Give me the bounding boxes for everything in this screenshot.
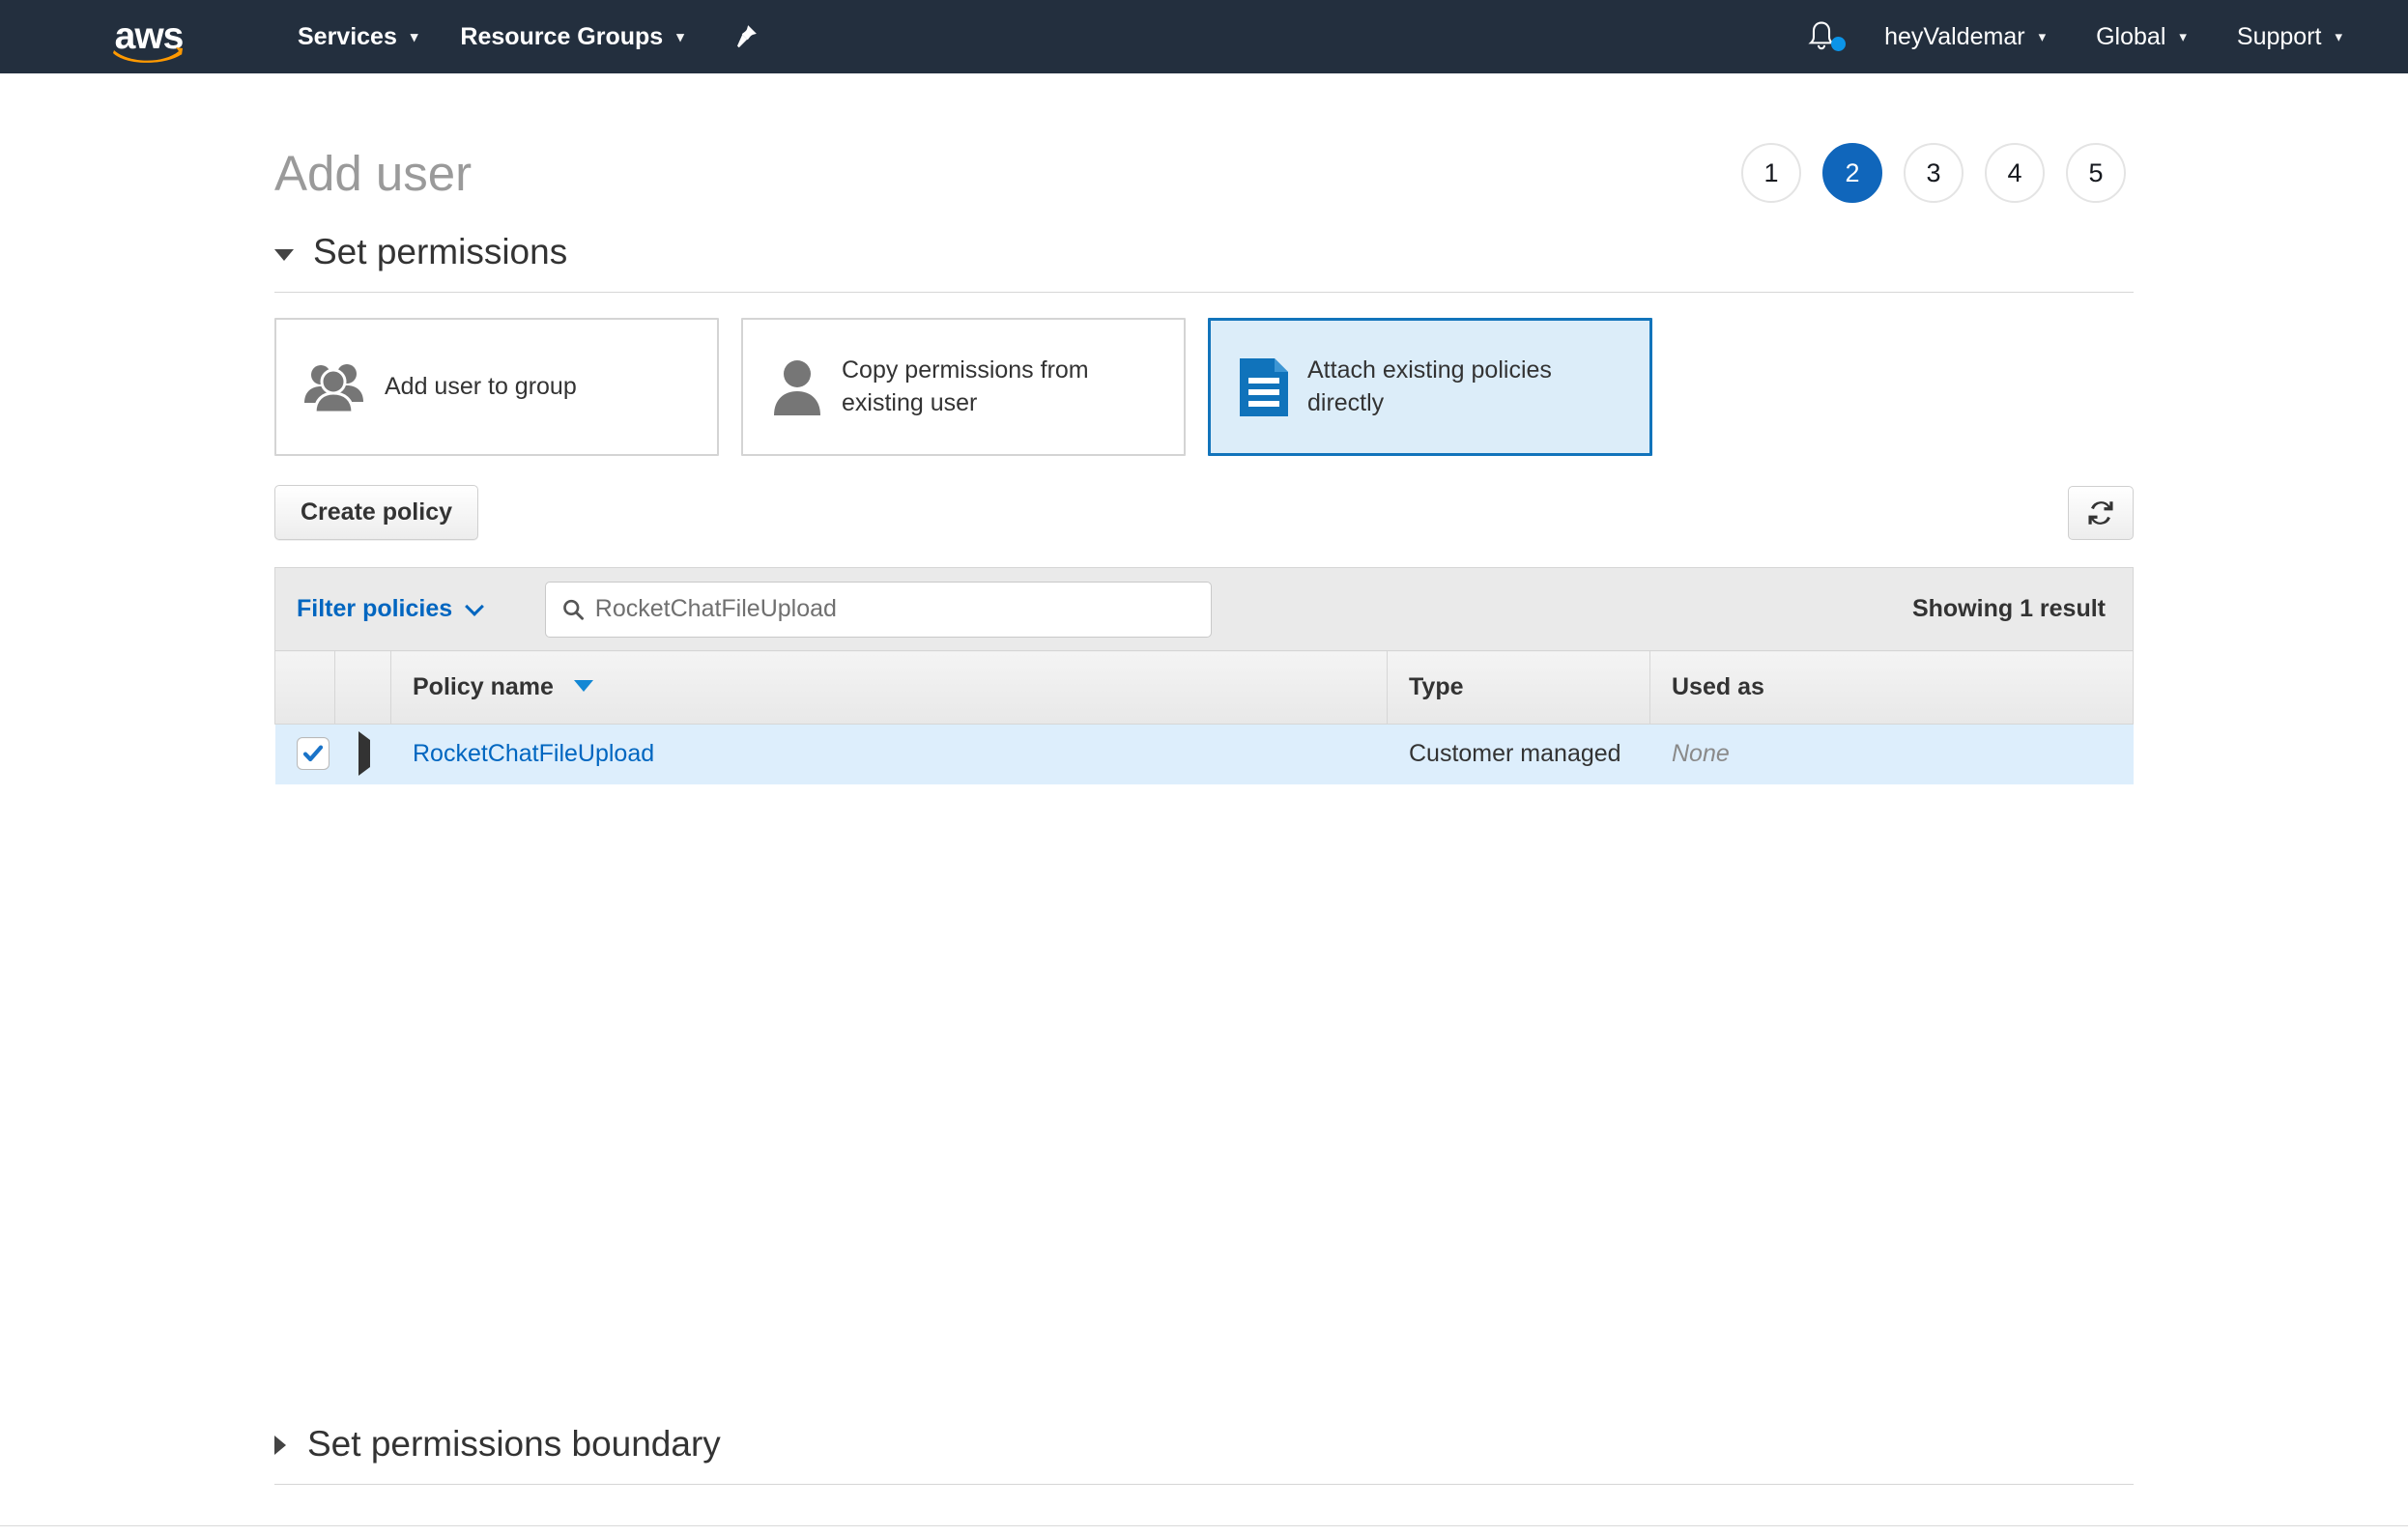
row-checkbox[interactable]	[297, 736, 330, 770]
aws-smile-icon	[113, 47, 183, 63]
results-count-label: Showing 1 result	[1911, 595, 2106, 622]
step-2[interactable]: 2	[1822, 143, 1882, 203]
option-add-user-to-group[interactable]: Add user to group	[274, 318, 719, 456]
set-permissions-boundary-toggle[interactable]: Set permissions boundary	[274, 1424, 2134, 1465]
header-used-as[interactable]: Used as	[1649, 650, 2134, 725]
policies-table: Policy name Type Used as RocketChatFileU…	[274, 650, 2134, 784]
nav-secondary-items: heyValdemar ▾ Global ▾ Support ▾	[1784, 0, 2408, 73]
users-group-icon	[301, 360, 369, 414]
step-indicator: 1 2 3 4 5	[1741, 143, 2134, 203]
section-divider	[274, 292, 2134, 293]
refresh-icon	[2088, 500, 2113, 525]
nav-region-label: Global	[2096, 22, 2166, 50]
option-copy-permissions[interactable]: Copy permissions from existing user	[741, 318, 1186, 456]
page-title: Add user	[274, 145, 473, 201]
header-select-all[interactable]	[274, 650, 335, 725]
page-body: Add user 1 2 3 4 5 Set permissions Add u…	[0, 73, 2408, 1536]
header-policy-name[interactable]: Policy name	[390, 650, 1388, 725]
set-permissions-boundary-title: Set permissions boundary	[307, 1424, 721, 1464]
filter-bar: Filter policies Showing 1 result	[274, 567, 2134, 650]
option-attach-policies[interactable]: Attach existing policies directly	[1208, 318, 1652, 456]
filter-policies-dropdown[interactable]: Filter policies	[297, 595, 485, 623]
row-expand-triangle-icon[interactable]	[358, 731, 370, 777]
step-4[interactable]: 4	[1985, 143, 2045, 203]
user-icon	[768, 357, 826, 417]
nav-services-menu[interactable]: Services ▾	[276, 0, 439, 73]
permissions-boundary-section: Set permissions boundary	[274, 1424, 2134, 1485]
row-checkbox-cell	[275, 725, 335, 784]
header-expander	[334, 650, 391, 725]
triangle-down-icon	[274, 248, 294, 261]
wizard-footer: Cancel Previous Next: Tags	[0, 1526, 2408, 1536]
set-permissions-section-toggle[interactable]: Set permissions	[274, 232, 2134, 272]
row-policy-name-cell: RocketChatFileUpload	[391, 725, 1388, 784]
sort-descending-caret-icon	[573, 680, 593, 693]
content-column: Add user 1 2 3 4 5 Set permissions Add u…	[274, 73, 2134, 1485]
chevron-down-icon: ▾	[676, 29, 684, 45]
search-icon	[563, 599, 585, 620]
chevron-down-icon: ▾	[2335, 29, 2342, 45]
filter-bar-left: Filter policies	[297, 581, 1213, 638]
notifications-button[interactable]	[1784, 19, 1859, 54]
policies-table-head: Policy name Type Used as	[274, 650, 2134, 725]
row-used-as-cell: None	[1650, 725, 2134, 784]
nav-resource-groups-menu[interactable]: Resource Groups ▾	[439, 0, 704, 73]
nav-support-menu[interactable]: Support ▾	[2212, 0, 2367, 73]
table-header-row: Policy name Type Used as	[274, 650, 2134, 725]
option-attach-policies-label: Attach existing policies directly	[1307, 356, 1552, 416]
step-3[interactable]: 3	[1904, 143, 1964, 203]
nav-pin-button[interactable]	[705, 22, 785, 51]
chevron-down-icon: ▾	[2179, 29, 2187, 45]
option-copy-permissions-label: Copy permissions from existing user	[842, 356, 1089, 416]
nav-support-label: Support	[2236, 22, 2322, 50]
refresh-button[interactable]	[2068, 485, 2134, 540]
nav-account-label: heyValdemar	[1884, 22, 2025, 50]
create-policy-button[interactable]: Create policy	[274, 485, 479, 540]
nav-resource-groups-label: Resource Groups	[460, 22, 664, 50]
header-type-label: Type	[1409, 673, 1464, 700]
permission-options: Add user to group Copy permissions from …	[274, 318, 2134, 456]
page-header: Add user 1 2 3 4 5	[274, 73, 2134, 203]
row-type-cell: Customer managed	[1409, 740, 1621, 768]
policy-search-box[interactable]	[545, 581, 1213, 638]
step-5[interactable]: 5	[2066, 143, 2126, 203]
notification-badge-dot	[1831, 37, 1847, 51]
table-row[interactable]: RocketChatFileUpload Customer managed No…	[274, 724, 2134, 784]
header-used-as-label: Used as	[1672, 673, 1764, 700]
boundary-section-divider	[274, 1484, 2134, 1485]
policy-actions-row: Create policy	[274, 485, 2134, 540]
triangle-right-icon	[274, 1436, 286, 1455]
aws-logo[interactable]: aws	[104, 12, 193, 63]
chevron-down-icon	[465, 596, 485, 616]
policy-name-link[interactable]: RocketChatFileUpload	[413, 740, 654, 767]
nav-account-menu[interactable]: heyValdemar ▾	[1859, 0, 2071, 73]
option-add-user-to-group-label: Add user to group	[385, 372, 577, 400]
step-1[interactable]: 1	[1741, 143, 1801, 203]
search-input[interactable]	[594, 595, 1196, 623]
top-navigation-bar: aws Services ▾ Resource Groups ▾ heyVald…	[0, 0, 2408, 73]
chevron-down-icon: ▾	[410, 29, 418, 45]
nav-services-label: Services	[298, 22, 397, 50]
nav-primary-items: Services ▾ Resource Groups ▾	[276, 0, 785, 73]
used-as-value: None	[1672, 740, 1730, 768]
row-expander-cell	[335, 725, 391, 784]
header-type[interactable]: Type	[1387, 650, 1650, 725]
checkmark-icon	[302, 745, 324, 761]
chevron-down-icon: ▾	[2038, 29, 2047, 45]
document-lines-icon	[1236, 355, 1292, 420]
set-permissions-title: Set permissions	[313, 232, 568, 271]
pushpin-icon	[736, 25, 757, 48]
header-policy-name-label: Policy name	[413, 673, 554, 700]
filter-policies-label: Filter policies	[297, 595, 453, 622]
policies-table-body: RocketChatFileUpload Customer managed No…	[274, 724, 2134, 784]
nav-region-menu[interactable]: Global ▾	[2071, 0, 2212, 73]
